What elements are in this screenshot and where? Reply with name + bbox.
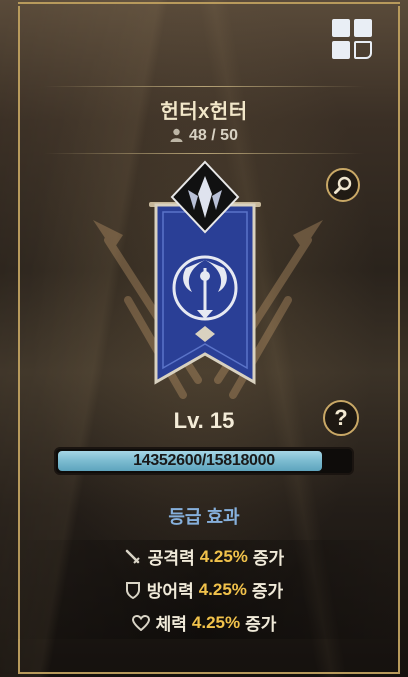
person-icon: [170, 128, 183, 142]
panel-frame-bottom: [18, 672, 400, 674]
effect-suffix: 증가: [252, 549, 285, 568]
grade-effect-list: 공격력 4.25% 증가 방어력 4.25% 증가 체력 4.25% 증가: [0, 540, 408, 639]
header-divider-top: [44, 86, 364, 87]
guild-level: Lv. 15: [173, 408, 235, 433]
guild-banner: [149, 160, 261, 385]
member-count: 48 / 50: [0, 127, 408, 145]
search-button[interactable]: [326, 168, 360, 202]
shield-icon: [125, 581, 140, 599]
effect-name: 체력: [155, 615, 187, 634]
effect-name: 방어력: [146, 582, 194, 601]
effect-row-defense: 방어력 4.25% 증가: [0, 573, 408, 606]
effect-suffix: 증가: [251, 582, 284, 601]
panel-frame-top: [18, 2, 400, 4]
guild-name: 헌터x헌터: [160, 101, 248, 123]
effect-value: 4.25%: [198, 579, 247, 599]
effect-suffix: 증가: [245, 615, 277, 634]
experience-text: 14352600/15818000: [133, 452, 275, 469]
magnifier-icon: [334, 176, 352, 194]
effect-row-attack: 공격력 4.25% 증가: [0, 540, 408, 573]
menu-grid-icon[interactable]: [328, 15, 376, 63]
experience-bar: 14352600/15818000: [54, 447, 354, 475]
effect-value: 4.25%: [191, 612, 241, 632]
effect-value: 4.25%: [199, 546, 248, 566]
sword-icon: [125, 549, 140, 564]
heart-icon: [131, 614, 150, 631]
header-divider-bottom: [44, 153, 364, 154]
effect-row-health: 체력 4.25% 증가: [0, 606, 408, 639]
member-count-text: 48 / 50: [189, 127, 238, 144]
effect-name: 공격력: [147, 549, 195, 568]
grade-effect-title: 등급 효과: [168, 507, 240, 527]
